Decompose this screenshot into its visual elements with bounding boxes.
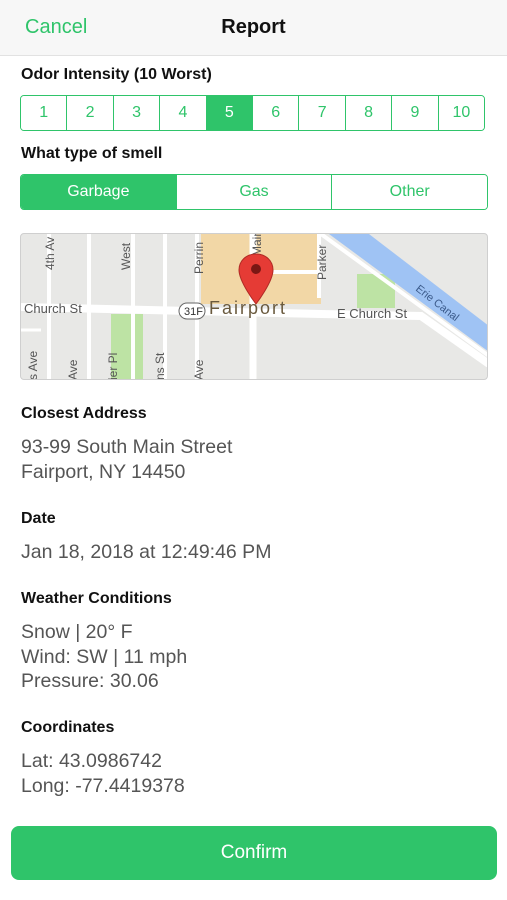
map-town-label: Fairport xyxy=(209,298,287,318)
map-label-parker: Parker xyxy=(315,245,329,280)
intensity-option-8[interactable]: 8 xyxy=(344,96,392,130)
map-label-perrin: Perrin xyxy=(192,242,206,274)
map-label-ave-2: Ave xyxy=(192,359,206,380)
map-label-church-st: Church St xyxy=(24,301,82,316)
location-map[interactable]: Church St 31F Fairport E Church St 4th A… xyxy=(20,233,488,380)
smell-option-gas[interactable]: Gas xyxy=(175,175,332,209)
map-label-main: Main xyxy=(250,234,264,256)
intensity-option-3[interactable]: 3 xyxy=(112,96,160,130)
weather-line-2: Wind: SW | 11 mph xyxy=(21,646,188,668)
map-canal-bank xyxy=(319,234,487,358)
map-label-s-ave: s Ave xyxy=(26,351,40,380)
intensity-option-10[interactable]: 10 xyxy=(437,96,484,130)
closest-address-label: Closest Address xyxy=(21,405,147,422)
intensity-option-9[interactable]: 9 xyxy=(391,96,438,130)
map-label-ave-1: Ave xyxy=(66,359,80,380)
latitude-value: Lat: 43.0986742 xyxy=(21,750,162,772)
smell-type-segmented-control: Garbage Gas Other xyxy=(20,174,488,210)
map-canvas[interactable]: Church St 31F Fairport E Church St 4th A… xyxy=(21,234,488,380)
intensity-option-4[interactable]: 4 xyxy=(159,96,206,130)
intensity-option-6[interactable]: 6 xyxy=(252,96,299,130)
longitude-value: Long: -77.4419378 xyxy=(21,775,185,797)
date-value: Jan 18, 2018 at 12:49:46 PM xyxy=(21,541,272,563)
route-badge-label: 31F xyxy=(184,306,203,318)
cancel-button[interactable]: Cancel xyxy=(25,16,87,39)
map-label-tier-pl: ier Pl xyxy=(106,353,120,380)
address-line-1: 93-99 South Main Street xyxy=(21,436,233,458)
intensity-option-2[interactable]: 2 xyxy=(66,96,113,130)
navigation-bar: Cancel Report xyxy=(0,0,507,56)
map-park-2 xyxy=(357,274,395,308)
weather-line-1: Snow | 20° F xyxy=(21,621,133,643)
map-label-e-church-st: E Church St xyxy=(337,306,407,321)
address-line-2: Fairport, NY 14450 xyxy=(21,461,186,483)
map-label-west: West xyxy=(119,242,133,270)
intensity-option-1[interactable]: 1 xyxy=(21,96,67,130)
map-label-4th-ave: 4th Av xyxy=(43,237,57,270)
weather-line-3: Pressure: 30.06 xyxy=(21,670,159,692)
confirm-button[interactable]: Confirm xyxy=(11,826,497,880)
odor-intensity-segmented-control: 1 2 3 4 5 6 7 8 9 10 xyxy=(20,95,485,131)
smell-option-garbage[interactable]: Garbage xyxy=(21,175,176,209)
intensity-option-5[interactable]: 5 xyxy=(205,96,253,130)
smell-option-other[interactable]: Other xyxy=(331,175,487,209)
smell-type-label: What type of smell xyxy=(21,145,163,162)
odor-intensity-label: Odor Intensity (10 Worst) xyxy=(21,66,212,83)
map-canal xyxy=(329,234,487,351)
intensity-option-7[interactable]: 7 xyxy=(298,96,345,130)
date-label: Date xyxy=(21,510,56,527)
map-label-ns-st: ns St xyxy=(153,352,167,380)
coordinates-label: Coordinates xyxy=(21,719,115,736)
weather-label: Weather Conditions xyxy=(21,590,172,607)
